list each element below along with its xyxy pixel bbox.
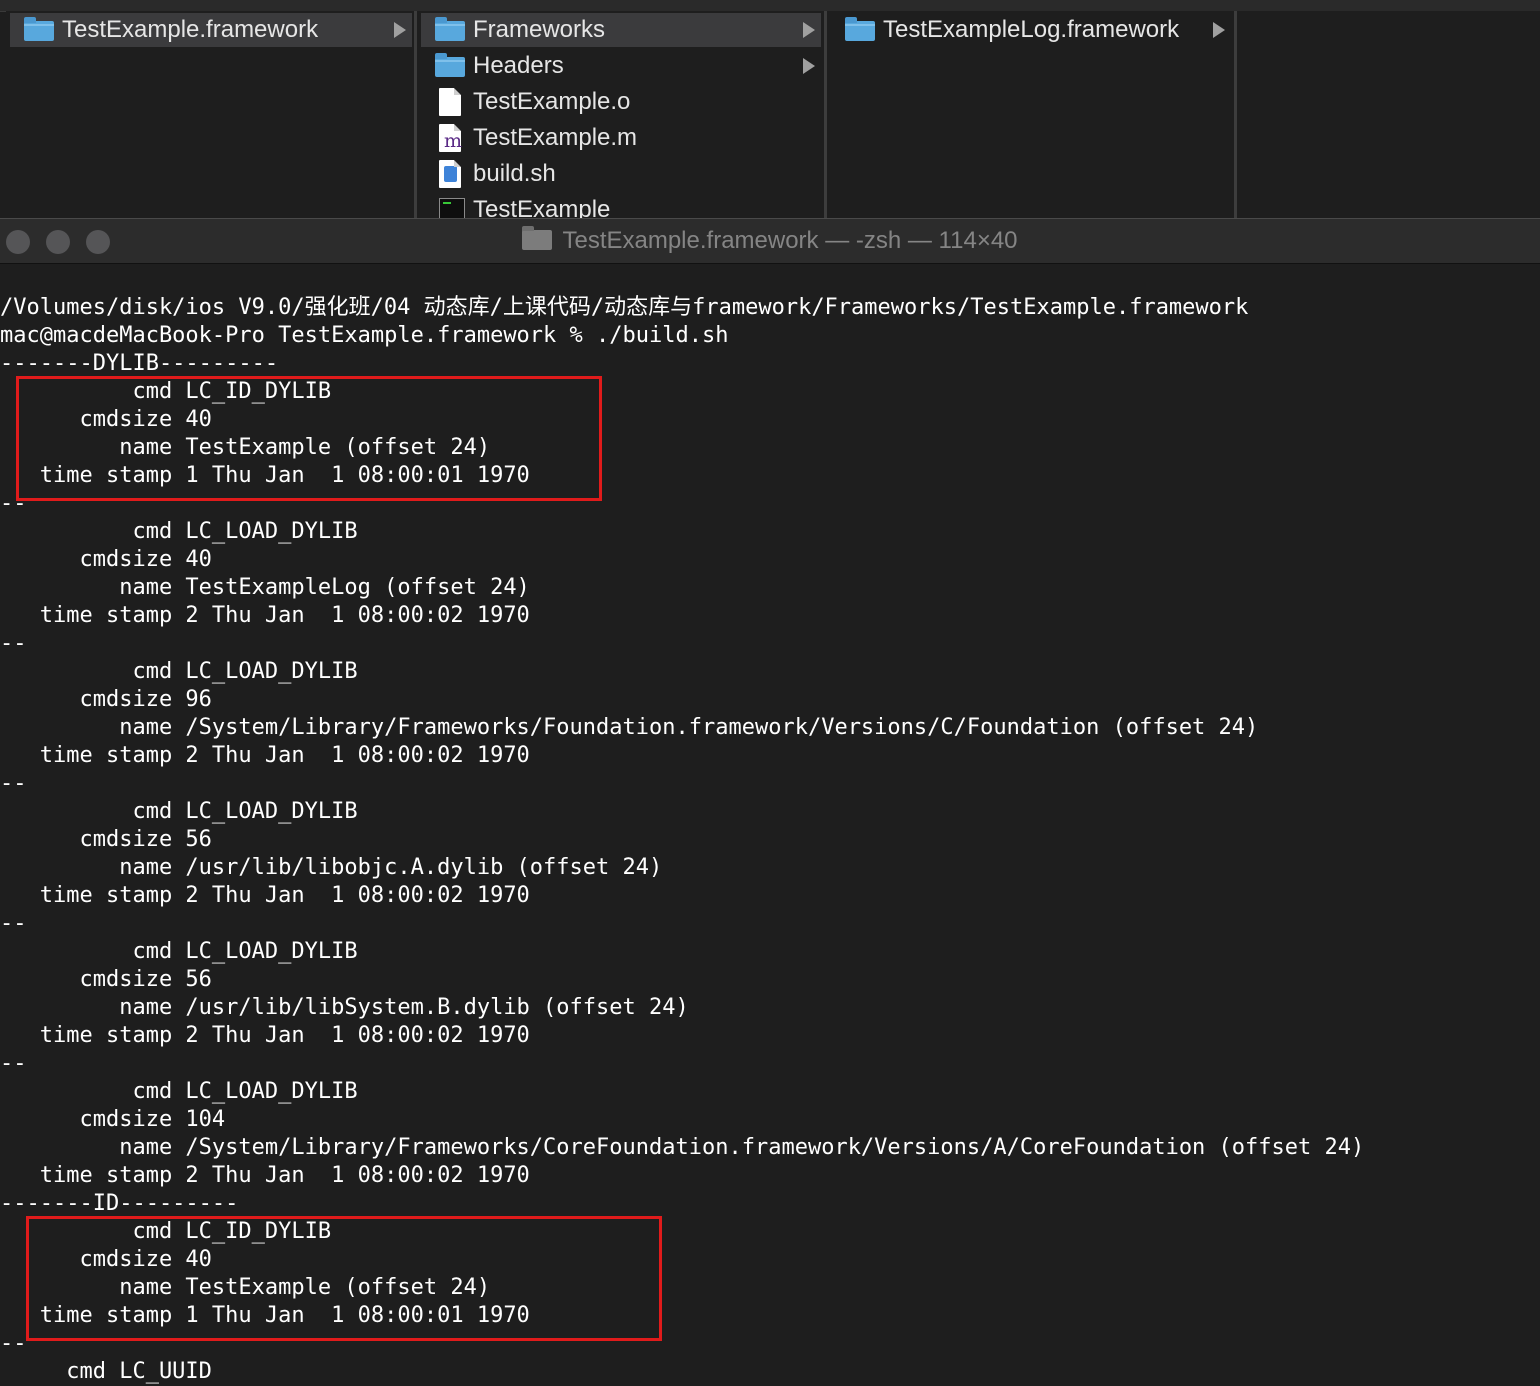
- terminal-line: time stamp 2 Thu Jan 1 08:00:02 1970: [0, 603, 530, 628]
- disclosure-arrow-icon: [394, 22, 406, 38]
- terminal-line: cmdsize 104: [0, 1107, 226, 1132]
- finder-column-1[interactable]: TestExample.framework: [6, 11, 416, 218]
- finder-item-label: TestExample.m: [473, 124, 638, 151]
- terminal-line: cmd LC_LOAD_DYLIB: [0, 799, 358, 824]
- terminal-line: --: [0, 771, 27, 796]
- folder-icon: [843, 16, 877, 44]
- finder-item-label: Frameworks: [473, 16, 606, 43]
- finder-item[interactable]: Headers: [421, 49, 821, 83]
- finder-item-label: TestExample: [473, 196, 611, 218]
- finder-item-label: TestExampleLog.framework: [883, 16, 1180, 43]
- finder-item[interactable]: TestExample: [421, 193, 821, 218]
- terminal-line: --: [0, 1051, 27, 1076]
- terminal-line: cmdsize 56: [0, 827, 212, 852]
- finder-item-label: Headers: [473, 52, 564, 79]
- highlight-box-dylib: [16, 376, 602, 501]
- terminal-line: name TestExampleLog (offset 24): [0, 575, 530, 600]
- terminal-line: name /System/Library/Frameworks/Foundati…: [0, 715, 1259, 740]
- terminal-line: mac@macdeMacBook-Pro TestExample.framewo…: [0, 323, 729, 348]
- finder-item[interactable]: m TestExample.m: [421, 121, 821, 155]
- folder-icon: [522, 226, 553, 250]
- document-icon: [433, 88, 467, 116]
- finder-column-browser: TestExample.framework Frameworks Headers T…: [0, 0, 1540, 218]
- terminal-window[interactable]: TestExample.framework — -zsh — 114×40 /V…: [0, 218, 1540, 1384]
- terminal-line: time stamp 2 Thu Jan 1 08:00:02 1970: [0, 1163, 530, 1188]
- terminal-line: cmdsize 56: [0, 967, 212, 992]
- terminal-line: cmd LC_LOAD_DYLIB: [0, 659, 358, 684]
- terminal-line: cmd LC_LOAD_DYLIB: [0, 939, 358, 964]
- terminal-line: name /usr/lib/libSystem.B.dylib (offset …: [0, 995, 689, 1020]
- terminal-line: name /usr/lib/libobjc.A.dylib (offset 24…: [0, 855, 663, 880]
- folder-icon: [433, 52, 467, 80]
- finder-column-2[interactable]: Frameworks Headers TestExample.o m TestExamp…: [417, 11, 825, 218]
- disclosure-arrow-icon: [803, 58, 815, 74]
- finder-item[interactable]: build.sh: [421, 157, 821, 191]
- terminal-line: cmd LC_LOAD_DYLIB: [0, 1079, 358, 1104]
- folder-icon: [22, 16, 56, 44]
- terminal-line: --: [0, 631, 27, 656]
- finder-item-label: TestExample.o: [473, 88, 631, 115]
- finder-item-label: TestExample.framework: [62, 16, 319, 43]
- terminal-line: cmd LC_LOAD_DYLIB: [0, 519, 358, 544]
- terminal-line: -------ID---------: [0, 1191, 239, 1216]
- executable-icon: [433, 196, 467, 218]
- folder-icon: [433, 16, 467, 44]
- terminal-line: cmdsize 96: [0, 687, 212, 712]
- terminal-line: cmdsize 40: [0, 547, 212, 572]
- terminal-line: name /System/Library/Frameworks/CoreFoun…: [0, 1135, 1365, 1160]
- terminal-line: -------DYLIB---------: [0, 351, 279, 376]
- terminal-line: time stamp 2 Thu Jan 1 08:00:02 1970: [0, 743, 530, 768]
- finder-item-label: build.sh: [473, 160, 556, 187]
- terminal-line: /Volumes/disk/ios V9.0/强化班/04 动态库/上课代码/动…: [0, 295, 1249, 320]
- window-title-text: TestExample.framework — -zsh — 114×40: [562, 227, 1018, 254]
- terminal-line: time stamp 2 Thu Jan 1 08:00:02 1970: [0, 1023, 530, 1048]
- finder-column-3[interactable]: TestExampleLog.framework: [827, 11, 1235, 218]
- finder-column-4[interactable]: [1237, 11, 1540, 218]
- objc-source-icon: m: [433, 124, 467, 152]
- terminal-titlebar[interactable]: TestExample.framework — -zsh — 114×40: [0, 218, 1540, 264]
- highlight-box-id: [26, 1216, 662, 1341]
- terminal-line: --: [0, 911, 27, 936]
- finder-item[interactable]: TestExample.o: [421, 85, 821, 119]
- terminal-line: time stamp 2 Thu Jan 1 08:00:02 1970: [0, 883, 530, 908]
- finder-item[interactable]: TestExample.framework: [10, 13, 412, 47]
- finder-item[interactable]: TestExampleLog.framework: [831, 13, 1231, 47]
- disclosure-arrow-icon: [803, 22, 815, 38]
- shell-script-icon: [433, 160, 467, 188]
- terminal-line: cmd LC_UUID: [0, 1359, 212, 1384]
- disclosure-arrow-icon: [1213, 22, 1225, 38]
- finder-item[interactable]: Frameworks: [421, 13, 821, 47]
- window-title: TestExample.framework — -zsh — 114×40: [0, 226, 1540, 255]
